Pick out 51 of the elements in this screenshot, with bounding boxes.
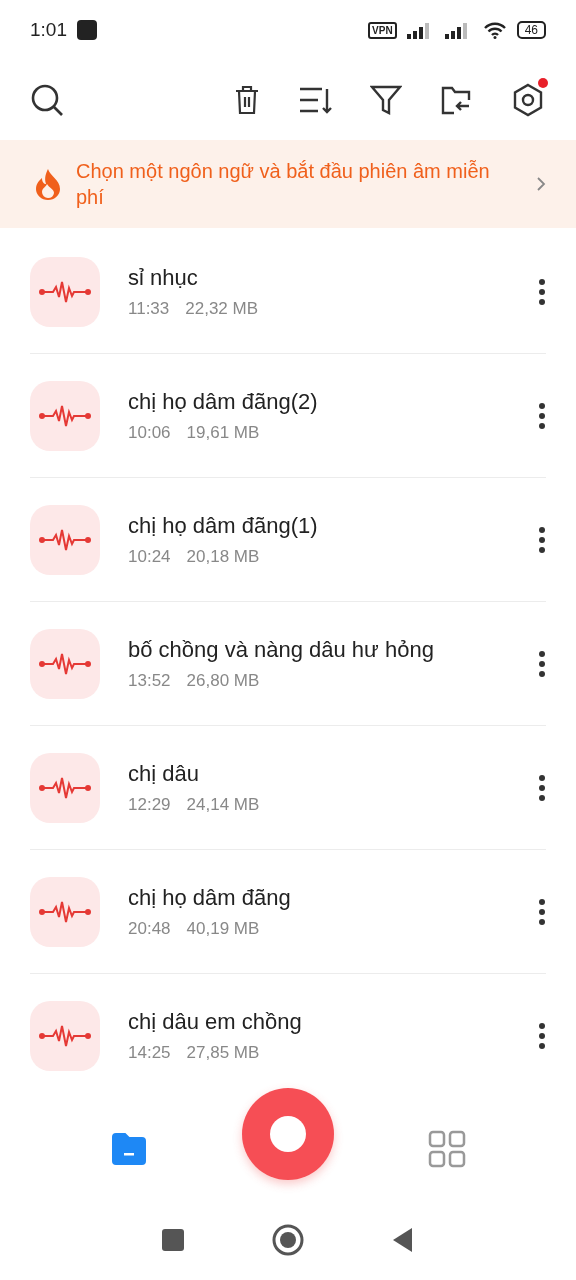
- recording-size: 27,85 MB: [186, 1043, 260, 1063]
- sort-icon[interactable]: [298, 85, 332, 115]
- more-icon[interactable]: [538, 277, 546, 306]
- recording-title: sỉ nhục: [128, 264, 199, 291]
- recording-time: 10:06: [128, 422, 171, 443]
- recording-time: 11:33: [128, 298, 170, 319]
- recording-time: 14:25: [128, 1043, 171, 1063]
- folder-swap-icon[interactable]: [440, 84, 472, 116]
- recording-item[interactable]: chị dâu 12:29 24,14 MB: [30, 726, 546, 850]
- search-icon[interactable]: [30, 83, 64, 117]
- recording-item[interactable]: chị dâu em chồng 14:25 27,85 MB: [30, 974, 546, 1098]
- recording-item[interactable]: chị họ dâm đãng(2) 10:06 19,61 MB: [30, 354, 546, 478]
- recording-size: 19,61 MB: [186, 422, 260, 443]
- recording-title: chị họ dâm đãng(1): [128, 512, 319, 539]
- fire-icon: [34, 168, 62, 200]
- vpn-badge: VPN: [368, 21, 397, 39]
- recording-item[interactable]: chị họ dâm đãng(1) 10:24 20,18 MB: [30, 478, 546, 602]
- recording-title: chị dâu: [128, 760, 200, 787]
- recording-time: 12:29: [128, 794, 171, 815]
- filter-icon[interactable]: [370, 84, 402, 116]
- home-button[interactable]: [272, 1224, 304, 1256]
- wifi-icon: [482, 21, 507, 39]
- recording-size: 26,80 MB: [186, 670, 260, 691]
- battery-indicator: 46: [516, 21, 546, 39]
- banner-text: Chọn một ngôn ngữ và bắt đầu phiên âm miễn phí: [76, 159, 491, 210]
- recording-size: 20,18 MB: [186, 546, 260, 567]
- recording-size: 40,19 MB: [186, 918, 260, 939]
- recording-size: 22,32 MB: [185, 298, 259, 319]
- recording-title: bố chồng và nàng dâu hư hỏng: [128, 636, 435, 663]
- recording-size: 24,14 MB: [186, 794, 260, 815]
- more-icon[interactable]: [538, 525, 546, 554]
- recording-title: chị dâu em chồng: [128, 1009, 303, 1035]
- status-time: 1:01: [30, 19, 67, 41]
- recording-item[interactable]: chị họ dâm đãng 20:48 40,19 MB: [30, 850, 546, 974]
- record-button[interactable]: [242, 1088, 334, 1180]
- notification-icon: [77, 20, 97, 40]
- more-icon[interactable]: [538, 1022, 546, 1050]
- recording-time: 13:52: [128, 670, 171, 691]
- recording-time: 10:24: [128, 546, 171, 567]
- recording-title: chị họ dâm đãng: [128, 884, 292, 911]
- more-icon[interactable]: [538, 401, 546, 430]
- chevron-right-icon: [536, 176, 546, 192]
- trash-icon[interactable]: [234, 85, 260, 115]
- more-icon[interactable]: [538, 773, 546, 802]
- recording-item[interactable]: bố chồng và nàng dâu hư hỏng 13:52 26,80 MB: [30, 602, 546, 726]
- recording-title: chị họ dâm đãng(2): [128, 388, 319, 415]
- recording-item[interactable]: sỉ nhục 11:33 22,32 MB: [30, 230, 546, 354]
- back-button[interactable]: [392, 1227, 414, 1253]
- more-icon[interactable]: [538, 649, 546, 678]
- recording-time: 20:48: [128, 918, 171, 939]
- more-icon[interactable]: [538, 897, 546, 926]
